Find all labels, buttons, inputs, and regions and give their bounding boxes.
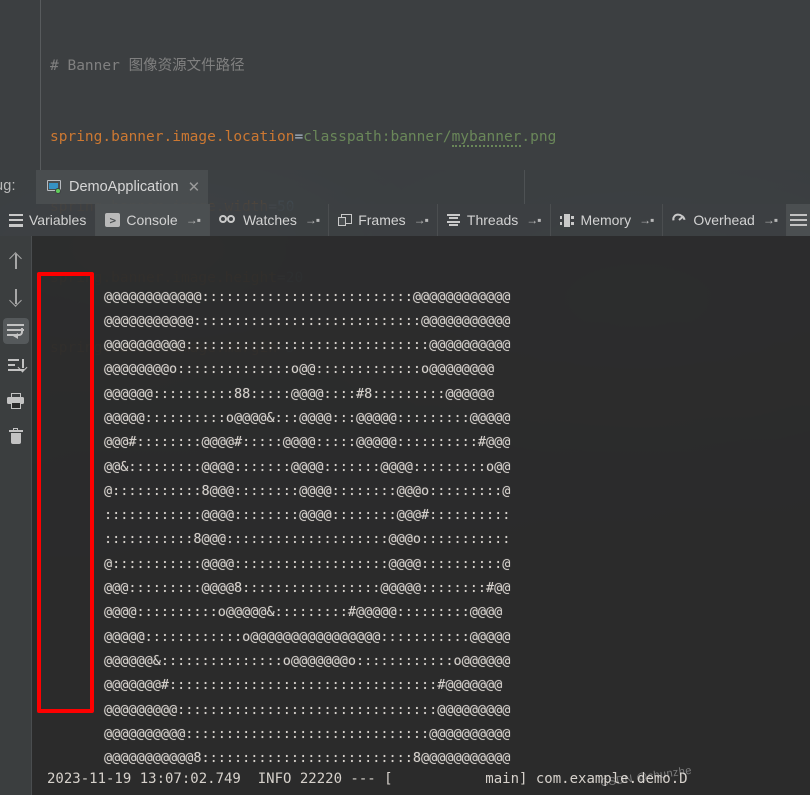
tab-memory[interactable]: Memory →▪ — [551, 204, 664, 236]
arrow-up-icon — [9, 253, 22, 270]
scroll-to-end-button[interactable] — [3, 353, 29, 379]
close-icon[interactable]: ✕ — [188, 180, 201, 195]
printer-icon — [7, 393, 24, 409]
watches-icon — [218, 214, 237, 226]
pin-icon[interactable]: →▪ — [305, 213, 320, 227]
overhead-icon — [670, 211, 689, 229]
tab-frames[interactable]: Frames →▪ — [329, 204, 438, 236]
variables-icon — [9, 213, 23, 227]
memory-icon — [559, 213, 575, 227]
equals-sign: = — [294, 128, 304, 145]
code-line-location: spring.banner.image.location=classpath:b… — [50, 126, 556, 150]
scroll-up-button[interactable] — [3, 248, 29, 274]
code-line-comment: # Banner 图像资源文件路径 — [50, 55, 556, 79]
debug-window-header: ug: DemoApplication ✕ — [0, 170, 810, 204]
property-key: spring.banner.image.location — [50, 128, 295, 145]
comment-text: # Banner 图像资源文件路径 — [50, 58, 245, 74]
tab-label: Console — [126, 212, 178, 228]
header-right-divider — [524, 170, 810, 204]
editor-pane: # Banner 图像资源文件路径 spring.banner.image.lo… — [0, 0, 810, 356]
soft-wrap-icon — [7, 324, 24, 339]
banner-ascii-art: @@@@@@@@@@@@::::::::::::::::::::::::::@@… — [104, 288, 511, 767]
pin-icon[interactable]: →▪ — [639, 213, 654, 227]
tab-label: Overhead — [693, 212, 755, 228]
tab-console[interactable]: > Console →▪ — [96, 204, 210, 236]
run-configuration-name: DemoApplication — [69, 179, 179, 195]
arrow-down-icon — [9, 288, 22, 305]
run-configuration-icon — [46, 180, 62, 194]
pin-icon[interactable]: →▪ — [186, 213, 201, 227]
tab-overhead[interactable]: Overhead →▪ — [663, 204, 788, 236]
soft-wrap-button[interactable] — [2, 318, 29, 344]
tab-threads[interactable]: Threads →▪ — [438, 204, 551, 236]
property-value-path: classpath:banner/ — [303, 128, 452, 145]
property-value-extension: .png — [521, 128, 557, 145]
frames-icon — [338, 213, 353, 227]
property-value-filename: mybanner — [451, 128, 522, 147]
console-icon: > — [105, 213, 121, 227]
editor-gutter[interactable] — [0, 0, 41, 170]
pin-icon[interactable]: →▪ — [414, 213, 429, 227]
console-output-panel[interactable]: @@@@@@@@@@@@::::::::::::::::::::::::::@@… — [0, 236, 810, 795]
more-options-button[interactable] — [787, 204, 810, 236]
console-toolbar — [0, 236, 32, 795]
debug-tab-strip: Variables > Console →▪ Watches →▪ Frames… — [0, 204, 810, 236]
pin-icon[interactable]: →▪ — [763, 213, 778, 227]
run-configuration-tab[interactable]: DemoApplication ✕ — [36, 170, 209, 204]
print-button[interactable] — [3, 388, 29, 414]
tab-label: Memory — [580, 212, 632, 228]
tab-label: Frames — [358, 212, 406, 228]
scroll-to-end-icon — [7, 358, 27, 374]
trash-icon — [8, 428, 23, 444]
tab-variables[interactable]: Variables — [0, 204, 97, 236]
tab-watches[interactable]: Watches →▪ — [210, 204, 330, 236]
scroll-down-button[interactable] — [3, 283, 29, 309]
tab-label: Watches — [242, 212, 297, 228]
log-output-line: 2023-11-19 13:07:02.749 INFO 22220 --- [… — [47, 771, 688, 787]
pin-icon[interactable]: →▪ — [526, 213, 541, 227]
tab-label: Variables — [29, 212, 87, 228]
threads-icon — [447, 213, 461, 227]
clear-all-button[interactable] — [3, 423, 29, 449]
debug-window-label: ug: — [0, 178, 16, 194]
tab-label: Threads — [466, 212, 519, 228]
